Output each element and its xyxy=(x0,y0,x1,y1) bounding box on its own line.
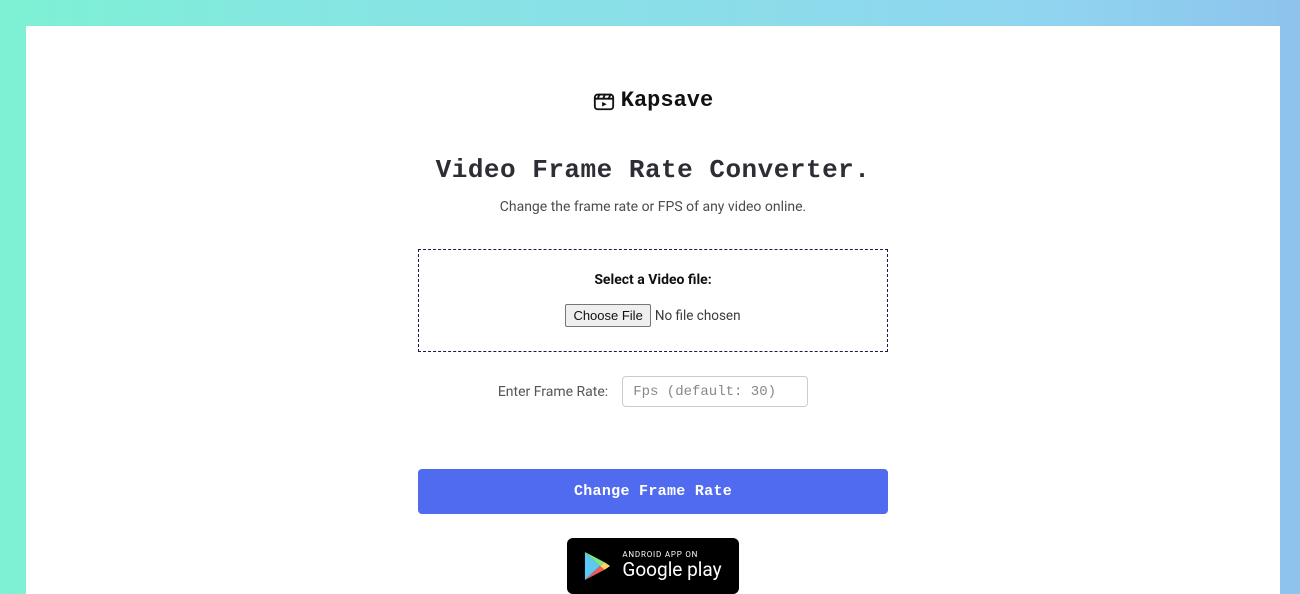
brand-logo[interactable]: Kapsave xyxy=(593,88,713,113)
choose-file-button[interactable]: Choose File xyxy=(565,304,650,327)
dropzone-label: Select a Video file: xyxy=(594,272,711,288)
main-card: Kapsave Video Frame Rate Converter. Chan… xyxy=(26,26,1280,594)
fps-label: Enter Frame Rate: xyxy=(498,384,608,400)
file-dropzone[interactable]: Select a Video file: Choose File No file… xyxy=(418,249,888,352)
page-subtitle: Change the frame rate or FPS of any vide… xyxy=(500,199,806,215)
page-title: Video Frame Rate Converter. xyxy=(436,155,871,185)
file-name-display: No file chosen xyxy=(655,308,741,324)
fps-input[interactable] xyxy=(622,376,808,407)
google-play-icon xyxy=(584,551,612,581)
google-play-text: ANDROID APP ON Google play xyxy=(622,551,721,581)
file-input-row: Choose File No file chosen xyxy=(565,304,740,327)
fps-row: Enter Frame Rate: xyxy=(498,376,808,407)
google-play-bottom-text: Google play xyxy=(622,560,721,581)
change-frame-rate-button[interactable]: Change Frame Rate xyxy=(418,469,888,514)
google-play-badge[interactable]: ANDROID APP ON Google play xyxy=(567,538,739,594)
clapper-play-icon xyxy=(593,90,615,112)
brand-name: Kapsave xyxy=(621,88,713,113)
